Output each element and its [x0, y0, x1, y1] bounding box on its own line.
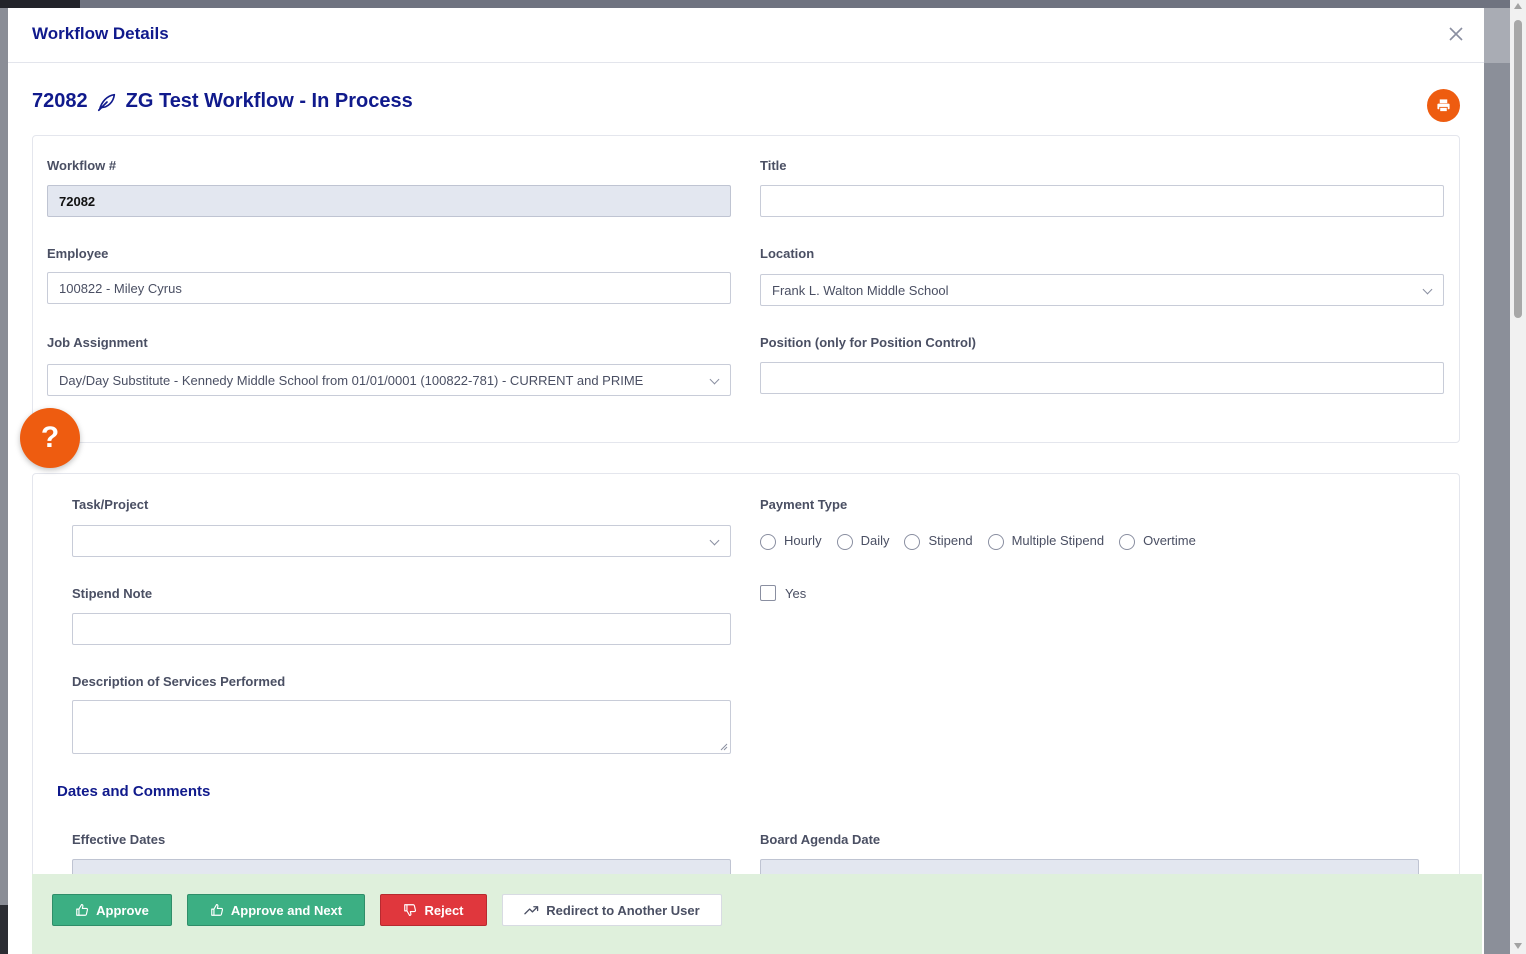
workflow-heading: 72082 ZG Test Workflow - In Process: [32, 90, 413, 113]
radio-circle[interactable]: [1119, 534, 1136, 550]
approve-button[interactable]: Approve: [52, 894, 172, 926]
backdrop-dark-corner: [0, 0, 80, 8]
payment-type-radio-group: Hourly Daily Stipend Multiple Stipend Ov…: [760, 532, 1211, 550]
payment-type-label: Payment Type: [760, 497, 848, 512]
board-agenda-date-label: Board Agenda Date: [760, 832, 881, 847]
radio-label: Multiple Stipend: [1011, 532, 1105, 548]
redirect-label: Redirect to Another User: [546, 902, 700, 918]
question-icon: ?: [40, 421, 60, 454]
radio-circle[interactable]: [904, 534, 921, 550]
radio-circle[interactable]: [836, 534, 853, 550]
modal-header: Workflow Details: [8, 8, 1484, 63]
description-label: Description of Services Performed: [72, 674, 286, 689]
backdrop-right-side: [1484, 8, 1510, 954]
job-assignment-select[interactable]: Day/Day Substitute - Kennedy Middle Scho…: [47, 364, 731, 396]
task-project-label: Task/Project: [72, 497, 149, 512]
action-bar: Approve Approve and Next Reject Redirect…: [32, 874, 1482, 954]
approve-and-next-button[interactable]: Approve and Next: [187, 894, 365, 926]
payment-radio-hourly[interactable]: Hourly: [760, 532, 822, 550]
resize-grip-icon[interactable]: [720, 743, 728, 751]
backdrop-bottom-corner: [0, 905, 8, 954]
radio-label: Daily: [860, 532, 890, 548]
scroll-down-arrow-icon[interactable]: [1514, 943, 1522, 949]
position-field[interactable]: [760, 362, 1444, 394]
scroll-up-arrow-icon[interactable]: [1514, 3, 1522, 9]
stipend-note-field[interactable]: [72, 613, 731, 645]
radio-label: Stipend: [928, 532, 973, 548]
radio-label: Hourly: [784, 532, 822, 548]
description-textarea[interactable]: [72, 700, 731, 754]
workflow-title-status: ZG Test Workflow - In Process: [125, 90, 413, 112]
help-button[interactable]: ?: [20, 408, 80, 468]
workflow-details-modal: Workflow Details 72082 ZG Test Workflow …: [8, 8, 1484, 954]
reject-label: Reject: [424, 902, 464, 918]
workflow-number: 72082: [32, 90, 88, 112]
payment-radio-multiple-stipend[interactable]: Multiple Stipend: [987, 532, 1105, 550]
workflow-number-label: Workflow #: [47, 158, 117, 173]
employee-label: Employee: [47, 246, 109, 261]
trending-up-icon: [524, 906, 539, 915]
approve-label: Approve: [96, 902, 149, 918]
page-scrollbar[interactable]: [1510, 0, 1526, 954]
stipend-note-label: Stipend Note: [72, 586, 153, 601]
job-assignment-label: Job Assignment: [47, 335, 148, 350]
thumbs-up-icon: [211, 904, 223, 916]
radio-circle[interactable]: [987, 534, 1004, 550]
task-project-select[interactable]: [72, 525, 731, 557]
thumbs-up-icon: [76, 904, 89, 916]
dates-comments-heading: Dates and Comments: [57, 783, 211, 800]
redirect-button[interactable]: Redirect to Another User: [502, 894, 722, 926]
close-icon[interactable]: [1446, 24, 1466, 44]
printer-icon[interactable]: [1427, 89, 1460, 122]
title-field[interactable]: [760, 185, 1444, 217]
payment-radio-stipend[interactable]: Stipend: [904, 532, 973, 550]
location-label: Location: [760, 246, 815, 261]
location-select[interactable]: Frank L. Walton Middle School: [760, 274, 1444, 306]
reject-button[interactable]: Reject: [380, 894, 487, 926]
effective-dates-label: Effective Dates: [72, 832, 166, 847]
payment-radio-overtime[interactable]: Overtime: [1119, 532, 1196, 550]
scroll-thumb[interactable]: [1514, 20, 1522, 318]
position-label: Position (only for Position Control): [760, 335, 976, 350]
radio-circle[interactable]: [760, 534, 776, 550]
approve-and-next-label: Approve and Next: [230, 902, 343, 918]
payment-radio-daily[interactable]: Daily: [836, 532, 890, 550]
title-label: Title: [760, 158, 787, 173]
yes-checkbox[interactable]: Yes: [760, 585, 806, 601]
yes-checkbox-label: Yes: [785, 585, 807, 601]
backdrop: [0, 0, 1526, 8]
leaf-icon: [96, 91, 118, 113]
checkbox-box[interactable]: [760, 585, 776, 601]
employee-field[interactable]: 100822 - Miley Cyrus: [47, 272, 731, 304]
radio-label: Overtime: [1143, 532, 1196, 548]
thumbs-down-icon: [404, 904, 417, 916]
workflow-number-field: 72082: [47, 185, 731, 217]
modal-title: Workflow Details: [32, 24, 169, 43]
